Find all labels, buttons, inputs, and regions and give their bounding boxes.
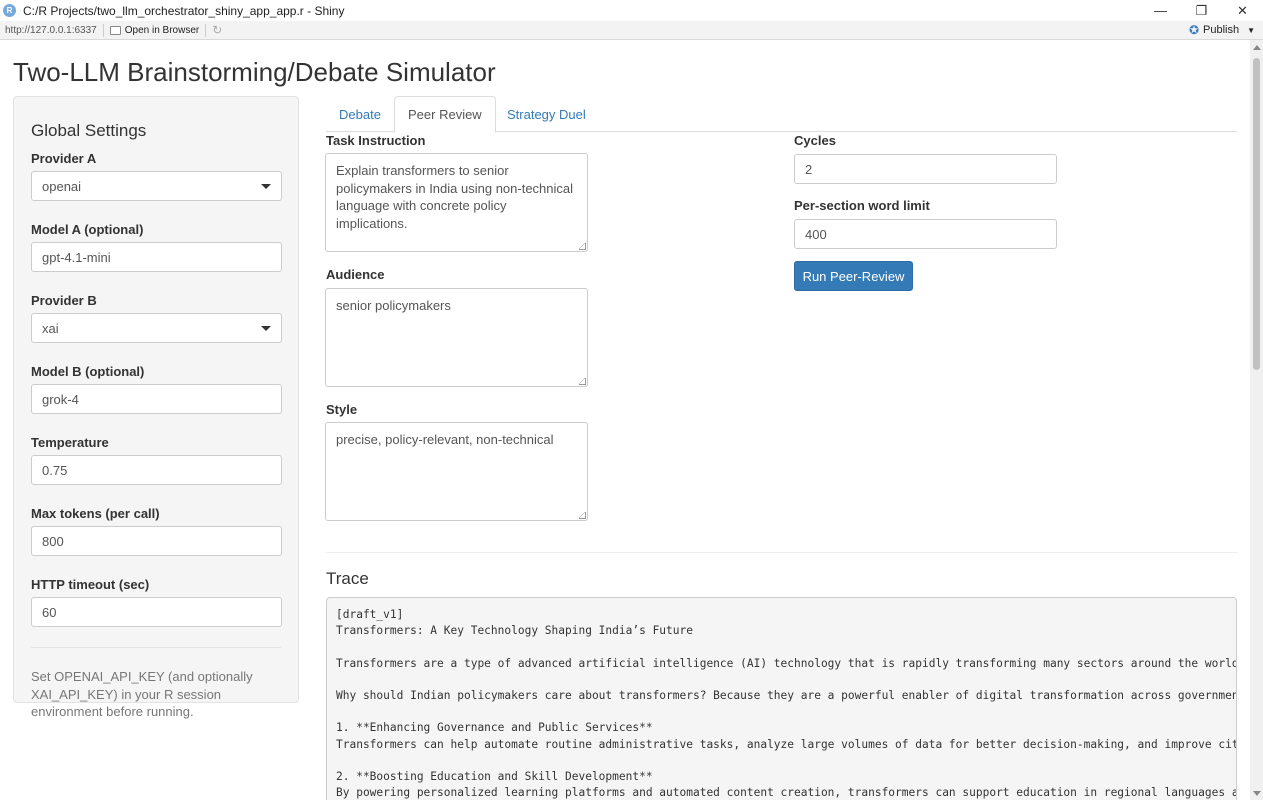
style-value: precise, policy-relevant, non-technical xyxy=(336,432,554,447)
window-controls: — ❐ ✕ xyxy=(1140,0,1263,21)
sidebar-panel: Global Settings Provider A openai Model … xyxy=(13,96,299,719)
minimize-button[interactable]: — xyxy=(1140,0,1181,21)
max-tokens-label: Max tokens (per call) xyxy=(31,506,160,521)
model-b-group: Model B (optional) grok-4 xyxy=(31,364,282,414)
provider-a-value: openai xyxy=(42,178,82,194)
url-display: http://127.0.0.1:6337 xyxy=(5,24,97,36)
max-tokens-input[interactable]: 800 xyxy=(31,526,282,556)
temperature-label: Temperature xyxy=(31,435,109,450)
publish-icon: ✪ xyxy=(1188,23,1199,37)
trace-line: 1. **Enhancing Governance and Public Ser… xyxy=(336,721,653,735)
style-textarea[interactable]: precise, policy-relevant, non-technical xyxy=(325,422,588,521)
trace-line: 2. **Boosting Education and Skill Develo… xyxy=(336,770,653,784)
resize-grip-icon[interactable] xyxy=(579,512,586,519)
open-in-browser-label: Open in Browser xyxy=(124,24,200,36)
page-title: Two-LLM Brainstorming/Debate Simulator xyxy=(13,57,496,87)
max-tokens-group: Max tokens (per call) 800 xyxy=(31,506,282,556)
temperature-input[interactable]: 0.75 xyxy=(31,455,282,485)
model-a-group: Model A (optional) gpt-4.1-mini xyxy=(31,222,282,272)
trace-output[interactable]: [draft_v1] Transformers: A Key Technology… xyxy=(326,597,1237,800)
toolbar-separator xyxy=(102,23,104,37)
provider-b-label: Provider B xyxy=(31,293,97,308)
word-limit-label: Per-section word limit xyxy=(794,198,930,213)
provider-a-select[interactable]: openai xyxy=(31,171,282,201)
temperature-group: Temperature 0.75 xyxy=(31,435,282,485)
cycles-label: Cycles xyxy=(794,133,836,148)
tab-bar: Debate Peer Review Strategy Duel xyxy=(326,96,1237,133)
trace-line: Transformers: A Key Technology Shaping I… xyxy=(336,624,693,638)
trace-line: Transformers can help automate routine a… xyxy=(336,737,1237,751)
http-timeout-group: HTTP timeout (sec) 60 xyxy=(31,577,282,627)
window-titlebar: R C:/R Projects/two_llm_orchestrator_shi… xyxy=(0,0,1263,21)
provider-b-select[interactable]: xai xyxy=(31,313,282,343)
run-peer-review-button[interactable]: Run Peer-Review xyxy=(794,261,913,291)
rstudio-icon: R xyxy=(3,4,16,17)
task-instruction-textarea[interactable]: Explain transformers to senior policymak… xyxy=(325,153,588,252)
publish-dropdown-icon[interactable]: ▼ xyxy=(1247,26,1255,35)
tab-debate[interactable]: Debate xyxy=(326,96,394,132)
http-timeout-input[interactable]: 60 xyxy=(31,597,282,627)
word-limit-input[interactable]: 400 xyxy=(794,219,1057,249)
resize-grip-icon[interactable] xyxy=(579,378,586,385)
style-label: Style xyxy=(326,402,358,417)
viewer-toolbar: http://127.0.0.1:6337 Open in Browser ↻ … xyxy=(0,21,1263,40)
refresh-icon[interactable]: ↻ xyxy=(212,23,222,37)
chevron-down-icon xyxy=(261,183,271,189)
model-a-input[interactable]: gpt-4.1-mini xyxy=(31,242,282,272)
maximize-button[interactable]: ❐ xyxy=(1181,0,1222,21)
task-instruction-label: Task Instruction xyxy=(326,133,426,148)
trace-line xyxy=(336,753,1227,769)
open-in-browser-button[interactable]: Open in Browser xyxy=(109,24,200,36)
tab-strategy-duel[interactable]: Strategy Duel xyxy=(494,96,599,132)
audience-textarea[interactable]: senior policymakers xyxy=(325,288,588,387)
scroll-up-icon[interactable] xyxy=(1253,45,1261,50)
model-a-label: Model A (optional) xyxy=(31,222,144,237)
sidebar-heading: Global Settings xyxy=(31,121,147,140)
toolbar-separator xyxy=(205,23,207,37)
api-key-note: Set OPENAI_API_KEY (and optionally XAI_A… xyxy=(31,669,253,719)
trace-line: Transformers are a type of advanced arti… xyxy=(336,656,1237,670)
browser-window-icon xyxy=(109,25,121,35)
audience-value: senior policymakers xyxy=(336,298,451,313)
trace-line: [draft_v1] xyxy=(336,608,404,621)
page-scrollbar[interactable] xyxy=(1250,40,1263,800)
close-button[interactable]: ✕ xyxy=(1222,0,1263,21)
trace-heading: Trace xyxy=(326,569,369,588)
model-b-input[interactable]: grok-4 xyxy=(31,384,282,414)
trace-line xyxy=(336,639,1227,655)
window-title: C:/R Projects/two_llm_orchestrator_shiny… xyxy=(23,3,345,18)
trace-line: Why should Indian policymakers care abou… xyxy=(336,689,1237,703)
tab-peer-review[interactable]: Peer Review xyxy=(394,96,496,133)
trace-line xyxy=(336,672,1227,688)
http-timeout-label: HTTP timeout (sec) xyxy=(31,577,150,592)
task-instruction-value: Explain transformers to senior policymak… xyxy=(336,163,574,231)
trace-line: By powering personalized learning platfo… xyxy=(336,786,1237,800)
section-divider xyxy=(326,552,1237,553)
scrollbar-thumb[interactable] xyxy=(1253,58,1260,370)
audience-label: Audience xyxy=(326,267,385,282)
provider-b-value: xai xyxy=(42,320,59,336)
resize-grip-icon[interactable] xyxy=(579,243,586,250)
sidebar-divider xyxy=(31,647,281,648)
provider-b-group: Provider B xai xyxy=(31,293,282,343)
model-b-label: Model B (optional) xyxy=(31,364,145,379)
publish-button[interactable]: ✪ Publish ▼ xyxy=(1189,23,1255,37)
scroll-down-icon[interactable] xyxy=(1253,791,1261,796)
publish-label: Publish xyxy=(1203,24,1240,36)
provider-a-label: Provider A xyxy=(31,151,97,166)
cycles-input[interactable]: 2 xyxy=(794,154,1057,184)
provider-a-group: Provider A openai xyxy=(31,151,282,201)
shiny-app: Two-LLM Brainstorming/Debate Simulator G… xyxy=(0,40,1250,800)
chevron-down-icon xyxy=(261,325,271,331)
trace-line xyxy=(336,704,1227,720)
